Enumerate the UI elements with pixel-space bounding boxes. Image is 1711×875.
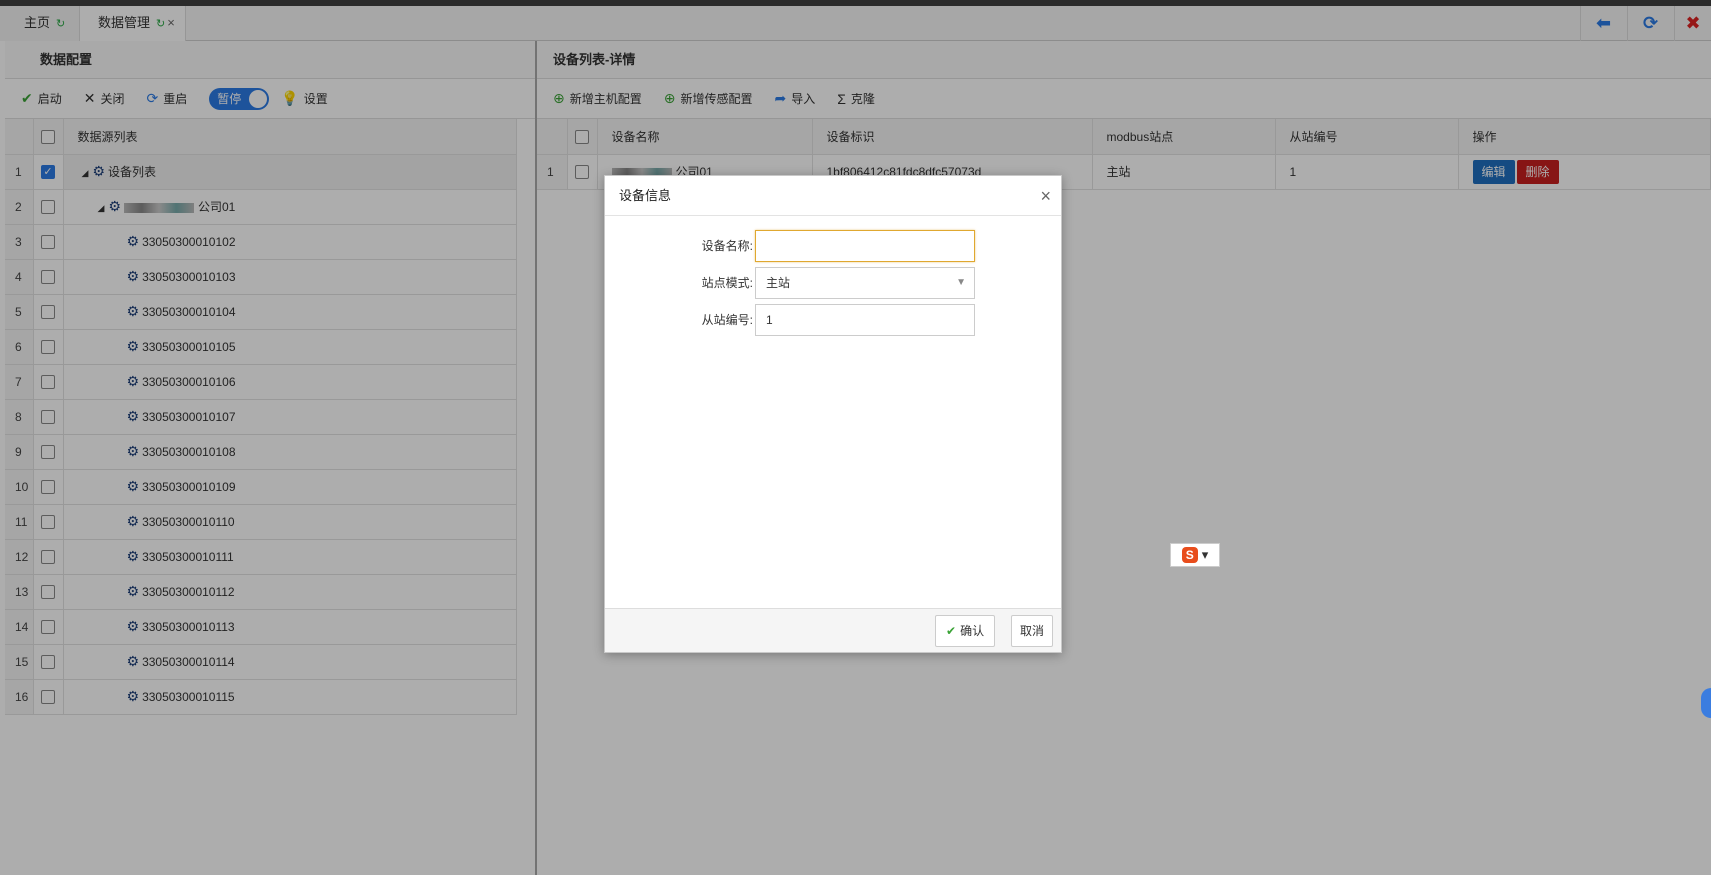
dialog-title: 设备信息 [619, 188, 672, 203]
site-mode-value: 主站 [766, 276, 791, 290]
check-icon: ✔ [946, 624, 957, 638]
slave-label: 从站编号: [701, 313, 753, 327]
slave-number-input[interactable]: 1 [755, 304, 975, 336]
close-icon[interactable]: × [1040, 176, 1051, 216]
site-mode-select[interactable]: 主站 ▼ [755, 267, 975, 299]
cancel-button[interactable]: 取消 [1011, 615, 1054, 647]
chevron-down-icon: ▼ [956, 277, 966, 288]
dialog-header: 设备信息 × [605, 176, 1061, 216]
mode-label: 站点模式: [701, 276, 753, 290]
form-row-slave: 从站编号: 1 [605, 304, 1063, 336]
device-name-input[interactable] [755, 230, 975, 262]
ime-menu-icon[interactable]: ▾ [1202, 547, 1209, 563]
confirm-button[interactable]: ✔ 确认 [935, 615, 996, 647]
form-row-mode: 站点模式: 主站 ▼ [605, 267, 1063, 299]
ime-toolbar[interactable]: S ▾ [1170, 543, 1220, 567]
dialog-footer: ✔ 确认 取消 [605, 608, 1061, 652]
floating-handle[interactable] [1701, 688, 1711, 718]
confirm-label: 确认 [960, 624, 985, 638]
ime-logo-icon: S [1181, 547, 1198, 563]
name-label: 设备名称: [701, 239, 753, 253]
form-row-name: 设备名称: [605, 230, 1063, 262]
device-info-dialog: 设备信息 × 设备名称: 站点模式: 主站 ▼ 从站编号: 1 ✔ 确认 取消 [604, 175, 1062, 653]
